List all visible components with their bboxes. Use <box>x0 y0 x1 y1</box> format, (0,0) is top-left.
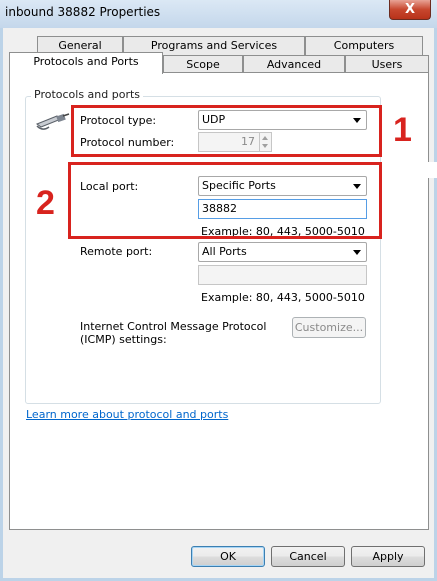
close-button[interactable]: X <box>389 0 431 20</box>
close-icon: X <box>404 2 416 17</box>
cancel-button[interactable]: Cancel <box>271 546 345 567</box>
tab-general-label: General <box>58 39 102 52</box>
apply-label: Apply <box>372 550 404 563</box>
network-cable-icon <box>35 113 70 130</box>
window-title: inbound 38882 Properties <box>5 5 161 19</box>
tab-advanced-label: Advanced <box>266 58 322 71</box>
annotation-box-2 <box>68 162 382 239</box>
tab-protocols-label: Protocols and Ports <box>33 55 139 68</box>
tab-computers[interactable]: Computers <box>305 36 423 55</box>
cancel-label: Cancel <box>289 550 327 563</box>
tab-users-label: Users <box>371 58 403 71</box>
customize-label: Customize... <box>294 321 364 334</box>
apply-button[interactable]: Apply <box>351 546 425 567</box>
remote-port-value: All Ports <box>202 245 247 258</box>
tab-programs-label: Programs and Services <box>150 39 278 52</box>
ok-button[interactable]: OK <box>191 546 265 567</box>
tab-scope-label: Scope <box>186 58 220 71</box>
remote-port-select[interactable]: All Ports <box>198 242 367 262</box>
group-title: Protocols and ports <box>31 88 144 101</box>
remote-port-input <box>198 265 367 285</box>
chevron-down-icon <box>353 250 361 255</box>
annotation-label-2: 2 <box>36 184 55 222</box>
title-bar[interactable]: inbound 38882 Properties X <box>0 0 437 28</box>
annotation-box-1 <box>71 105 382 157</box>
learn-more-link[interactable]: Learn more about protocol and ports <box>26 408 228 421</box>
remote-port-example: Example: 80, 443, 5000-5010 <box>201 291 365 304</box>
icmp-label-line2: (ICMP) settings: <box>80 333 167 346</box>
annotation-label-1: 1 <box>393 111 412 149</box>
tab-protocols-and-ports[interactable]: Protocols and Ports <box>9 52 163 74</box>
icmp-label-line1: Internet Control Message Protocol <box>80 320 267 333</box>
ok-label: OK <box>220 550 236 563</box>
tab-computers-label: Computers <box>333 39 395 52</box>
remote-port-label: Remote port: <box>80 245 153 258</box>
annotation-backdrop <box>387 162 437 178</box>
customize-button: Customize... <box>292 317 366 338</box>
